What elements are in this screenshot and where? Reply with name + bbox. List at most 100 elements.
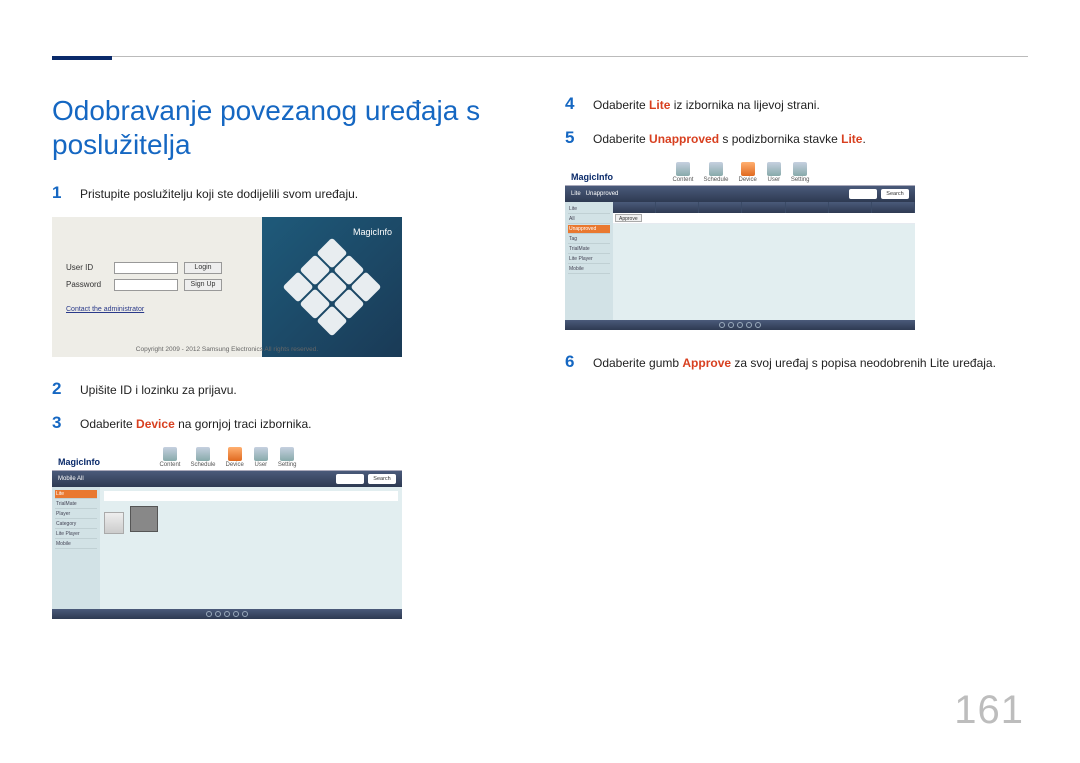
search-input-mini[interactable] bbox=[336, 474, 364, 484]
pager-dot[interactable] bbox=[242, 611, 248, 617]
pass-row: Password Sign Up bbox=[66, 279, 248, 291]
search-button[interactable]: Search bbox=[368, 474, 396, 484]
user-label: User ID bbox=[66, 263, 108, 272]
sidebar-item[interactable]: Category bbox=[55, 520, 97, 529]
pager-dot[interactable] bbox=[233, 611, 239, 617]
setting-icon bbox=[793, 162, 807, 176]
sidebar-item-lite[interactable]: Lite bbox=[568, 205, 610, 214]
schedule-icon bbox=[196, 447, 210, 461]
pass-input[interactable] bbox=[114, 279, 178, 291]
pager-dot[interactable] bbox=[746, 322, 752, 328]
sidebar-item[interactable]: Lite Player bbox=[55, 530, 97, 539]
step-6: 6 Odaberite gumb Approve za svoj uređaj … bbox=[565, 352, 1028, 372]
pager-dot[interactable] bbox=[215, 611, 221, 617]
tab-device[interactable]: Device bbox=[226, 447, 244, 468]
sidebar-item[interactable]: Tag bbox=[568, 235, 610, 244]
login-brand: MagicInfo bbox=[353, 227, 392, 237]
content-icon bbox=[676, 162, 690, 176]
tool-button[interactable] bbox=[104, 512, 124, 534]
signup-button[interactable]: Sign Up bbox=[184, 279, 222, 291]
mi-tabs: Content Schedule Device User Setting bbox=[672, 162, 809, 185]
login-form: User ID Login Password Sign Up Contact t… bbox=[52, 217, 262, 357]
keyword-lite: Lite bbox=[649, 98, 670, 112]
mi-sidebar: Lite TrialMate Player Category Lite Play… bbox=[52, 487, 100, 609]
contact-admin-link[interactable]: Contact the administrator bbox=[66, 306, 248, 313]
pager-dot[interactable] bbox=[224, 611, 230, 617]
sidebar-item[interactable]: Player bbox=[55, 510, 97, 519]
login-screenshot: User ID Login Password Sign Up Contact t… bbox=[52, 217, 402, 357]
sidebar-item[interactable]: TrialMate bbox=[55, 500, 97, 509]
user-input[interactable] bbox=[114, 262, 178, 274]
mi-footer-pager bbox=[52, 609, 402, 619]
step-text: Upišite ID i lozinku za prijavu. bbox=[80, 383, 237, 397]
step-text: Odaberite gumb Approve za svoj uređaj s … bbox=[593, 356, 996, 370]
tab-content[interactable]: Content bbox=[159, 447, 180, 468]
pager-dot[interactable] bbox=[737, 322, 743, 328]
sidebar-item[interactable]: TrialMate bbox=[568, 245, 610, 254]
step-3: 3 Odaberite Device na gornjoj traci izbo… bbox=[52, 413, 515, 433]
page-number: 161 bbox=[954, 688, 1024, 733]
device-screenshot: MagicInfo Content Schedule Device User S… bbox=[52, 447, 402, 619]
step-text: Odaberite Unapproved s podizbornika stav… bbox=[593, 132, 866, 146]
keyword-device: Device bbox=[136, 417, 175, 431]
step-number: 2 bbox=[52, 379, 66, 399]
tab-setting[interactable]: Setting bbox=[278, 447, 297, 468]
step-number: 3 bbox=[52, 413, 66, 433]
mi-sidebar: Lite All Unapproved Tag TrialMate Lite P… bbox=[565, 202, 613, 320]
table-row[interactable]: Approve bbox=[613, 213, 915, 224]
user-row: User ID Login bbox=[66, 262, 248, 274]
sidebar-item[interactable]: Mobile bbox=[568, 265, 610, 274]
tab-device[interactable]: Device bbox=[739, 162, 757, 183]
login-banner: MagicInfo bbox=[262, 217, 402, 357]
mi-tabs: Content Schedule Device User Setting bbox=[159, 447, 296, 470]
mi-toolbar: Lite Unapproved Search bbox=[565, 186, 915, 202]
step-2: 2 Upišite ID i lozinku za prijavu. bbox=[52, 379, 515, 399]
tab-schedule[interactable]: Schedule bbox=[190, 447, 215, 468]
step-number: 4 bbox=[565, 94, 579, 114]
mi-toolbar: Mobile All Search bbox=[52, 471, 402, 487]
pager-dot[interactable] bbox=[719, 322, 725, 328]
step-4: 4 Odaberite Lite iz izbornika na lijevoj… bbox=[565, 94, 1028, 114]
tab-content[interactable]: Content bbox=[672, 162, 693, 183]
schedule-icon bbox=[709, 162, 723, 176]
step-number: 6 bbox=[565, 352, 579, 372]
keyword-unapproved: Unapproved bbox=[649, 132, 719, 146]
unapproved-screenshot: MagicInfo Content Schedule Device User S… bbox=[565, 162, 915, 330]
table-header bbox=[613, 202, 915, 213]
keyword-lite: Lite bbox=[841, 132, 862, 146]
mi-logo: MagicInfo bbox=[571, 172, 613, 185]
search-input-mini[interactable] bbox=[849, 189, 877, 199]
sidebar-item[interactable]: Lite Player bbox=[568, 255, 610, 264]
sidebar-item-unapproved[interactable]: Unapproved bbox=[568, 225, 610, 234]
horizontal-rule-accent bbox=[52, 56, 112, 60]
mi-breadcrumb: Lite Unapproved bbox=[571, 191, 618, 197]
device-icon bbox=[228, 447, 242, 461]
pager-dot[interactable] bbox=[728, 322, 734, 328]
step-5: 5 Odaberite Unapproved s podizbornika st… bbox=[565, 128, 1028, 148]
keyword-approve: Approve bbox=[682, 356, 731, 370]
login-copyright: Copyright 2009 - 2012 Samsung Electronic… bbox=[52, 346, 402, 353]
horizontal-rule bbox=[52, 56, 1028, 57]
step-number: 1 bbox=[52, 183, 66, 203]
login-button[interactable]: Login bbox=[184, 262, 222, 274]
mi-header: MagicInfo Content Schedule Device User S… bbox=[52, 447, 402, 471]
mi-logo: MagicInfo bbox=[58, 457, 100, 470]
sidebar-item[interactable]: All bbox=[568, 215, 610, 224]
tab-schedule[interactable]: Schedule bbox=[703, 162, 728, 183]
pager-dot[interactable] bbox=[755, 322, 761, 328]
page-title: Odobravanje povezanog uređaja s poslužit… bbox=[52, 94, 515, 161]
user-icon bbox=[254, 447, 268, 461]
device-thumbnail[interactable] bbox=[130, 506, 158, 532]
search-button[interactable]: Search bbox=[881, 189, 909, 199]
pager-dot[interactable] bbox=[206, 611, 212, 617]
tab-user[interactable]: User bbox=[254, 447, 268, 468]
content-icon bbox=[163, 447, 177, 461]
sidebar-item[interactable]: Mobile bbox=[55, 540, 97, 549]
step-text: Odaberite Device na gornjoj traci izborn… bbox=[80, 417, 311, 431]
approve-button[interactable]: Approve bbox=[615, 214, 642, 222]
tab-setting[interactable]: Setting bbox=[791, 162, 810, 183]
device-icon bbox=[741, 162, 755, 176]
sidebar-item-lite[interactable]: Lite bbox=[55, 490, 97, 499]
tab-user[interactable]: User bbox=[767, 162, 781, 183]
step-number: 5 bbox=[565, 128, 579, 148]
